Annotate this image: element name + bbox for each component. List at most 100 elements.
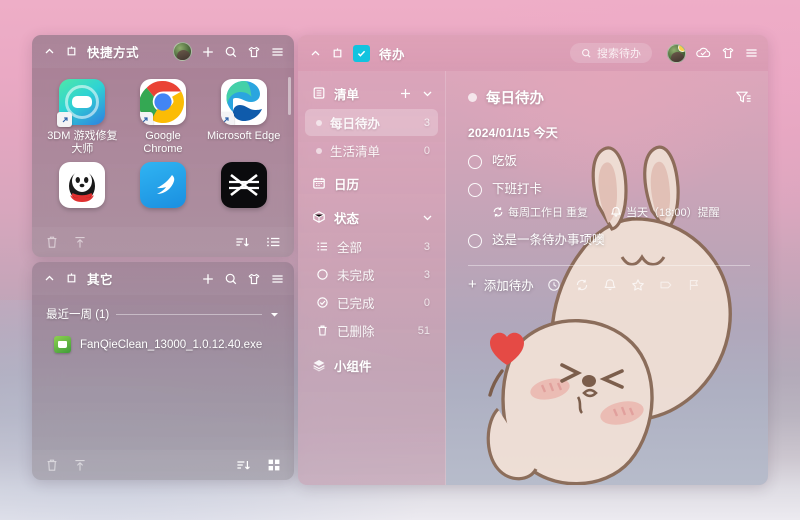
- sidebar-section-label: 小组件: [334, 359, 372, 374]
- shirt-icon[interactable]: [247, 272, 261, 286]
- task-checkbox[interactable]: [468, 234, 482, 248]
- task-repeat-chip[interactable]: 每周工作日 重复: [492, 204, 588, 220]
- star-icon[interactable]: [631, 278, 645, 292]
- sidebar-section-calendar[interactable]: 日历: [298, 168, 445, 198]
- status-icon: [312, 210, 326, 224]
- todo-panel-title: 待办: [379, 47, 406, 62]
- tag-icon[interactable]: [659, 278, 673, 292]
- add-todo-row[interactable]: + 添加待办: [446, 266, 768, 294]
- group-divider: [116, 313, 262, 315]
- app-item[interactable]: 钉钉: [123, 162, 204, 224]
- shortcut-arrow-badge: [57, 112, 73, 127]
- todo-main-content: 每日待办 2024/01/15 今天 吃饭 下班打卡 每周工作日 重复 当天（1…: [446, 71, 768, 485]
- bell-icon[interactable]: [603, 278, 617, 292]
- app-item[interactable]: 3DM 游戏修复大师: [42, 79, 123, 156]
- search-icon[interactable]: [224, 45, 238, 59]
- shirt-icon[interactable]: [247, 45, 261, 59]
- capcut-icon: [220, 162, 267, 208]
- sidebar-item-count: 3: [423, 240, 430, 253]
- circle-icon: [316, 268, 329, 281]
- app-item[interactable]: 剪映: [203, 162, 284, 224]
- sidebar-item-label: 已删除: [337, 325, 375, 339]
- sidebar-item-life-list[interactable]: 生活清单 0: [305, 137, 438, 164]
- repeat-icon[interactable]: [575, 278, 589, 292]
- task-text: 下班打卡: [492, 182, 543, 196]
- clock-icon[interactable]: [547, 278, 561, 292]
- upload-icon[interactable]: [73, 458, 87, 473]
- sidebar-item-all[interactable]: 全部 3: [305, 233, 438, 260]
- search-icon[interactable]: [224, 272, 238, 286]
- chevron-down-icon[interactable]: [269, 309, 280, 320]
- sidebar-item-deleted[interactable]: 已删除 51: [305, 317, 438, 344]
- shortcuts-panel-header: 快捷方式: [32, 35, 294, 68]
- todo-list-title-row: 每日待办: [446, 71, 768, 108]
- filter-icon[interactable]: [735, 90, 752, 105]
- chevron-down-icon[interactable]: [421, 211, 434, 224]
- sidebar-item-label: 已完成: [337, 297, 375, 311]
- trash-icon[interactable]: [45, 235, 59, 250]
- task-checkbox[interactable]: [468, 155, 482, 169]
- pin-icon[interactable]: [65, 272, 78, 285]
- upload-icon[interactable]: [73, 235, 87, 250]
- sidebar-section-widgets[interactable]: 小组件: [298, 350, 445, 380]
- sidebar-item-count: 3: [423, 268, 430, 281]
- search-input[interactable]: 搜索待办: [570, 43, 652, 63]
- plus-icon[interactable]: [201, 45, 215, 59]
- app-item[interactable]: QQ: [42, 162, 123, 224]
- others-panel-title: 其它: [87, 273, 114, 287]
- app-label: 3DM 游戏修复大师: [47, 130, 118, 155]
- installer-icon: [54, 336, 71, 353]
- sidebar-item-label: 生活清单: [330, 145, 381, 159]
- sidebar-section-status[interactable]: 状态: [298, 202, 445, 232]
- chevron-down-icon[interactable]: [421, 87, 434, 100]
- todo-task-item[interactable]: 吃饭: [446, 141, 768, 169]
- menu-icon[interactable]: [270, 45, 285, 59]
- 3dm-game-repair-icon: [57, 79, 106, 127]
- plus-icon[interactable]: +: [468, 277, 477, 292]
- sidebar-item-label: 全部: [337, 241, 363, 255]
- others-panel-footer: [32, 450, 294, 480]
- pin-icon[interactable]: [331, 47, 344, 60]
- shirt-icon[interactable]: [721, 46, 735, 60]
- google-chrome-icon: [139, 79, 186, 125]
- plus-icon[interactable]: [399, 87, 412, 100]
- grid-view-icon[interactable]: [267, 458, 281, 472]
- sidebar-item-incomplete[interactable]: 未完成 3: [305, 261, 438, 288]
- todo-task-item[interactable]: 下班打卡: [446, 169, 768, 197]
- file-list-item[interactable]: FanQieClean_13000_1.0.12.40.exe: [32, 322, 294, 353]
- cloud-sync-icon[interactable]: [695, 46, 712, 60]
- chevron-up-icon[interactable]: [43, 272, 56, 285]
- avatar[interactable]: [173, 42, 192, 61]
- shortcut-arrow-badge: [139, 112, 153, 125]
- task-checkbox[interactable]: [468, 183, 482, 197]
- todo-panel: 待办 搜索待办 清单 每日待办 3 生活清单 0 日历 状态 全部 3 未完成 …: [298, 35, 768, 485]
- sort-icon[interactable]: [236, 458, 251, 472]
- file-name: FanQieClean_13000_1.0.12.40.exe: [80, 338, 263, 351]
- app-item[interactable]: Microsoft Edge: [203, 79, 284, 156]
- shortcuts-app-grid: 3DM 游戏修复大师 Google Chrome Microsoft Edge: [32, 68, 294, 224]
- chevron-up-icon[interactable]: [43, 45, 56, 58]
- menu-icon[interactable]: [270, 272, 285, 286]
- list-color-dot: [468, 93, 477, 102]
- trash-icon: [316, 324, 329, 337]
- list-view-icon[interactable]: [266, 235, 281, 249]
- menu-icon[interactable]: [744, 46, 759, 60]
- sidebar-item-daily-todo[interactable]: 每日待办 3: [305, 109, 438, 136]
- app-item[interactable]: Google Chrome: [123, 79, 204, 156]
- trash-icon[interactable]: [45, 458, 59, 473]
- shortcuts-scrollbar[interactable]: [288, 77, 291, 115]
- pin-icon[interactable]: [65, 45, 78, 58]
- flag-icon[interactable]: [687, 278, 701, 292]
- chevron-up-icon[interactable]: [309, 47, 322, 60]
- sidebar-section-lists[interactable]: 清单: [298, 78, 445, 108]
- file-group-header[interactable]: 最近一周 (1): [32, 295, 294, 322]
- todo-task-item[interactable]: 这是一条待办事项噢: [446, 220, 768, 248]
- app-label: Google Chrome: [143, 130, 183, 155]
- sidebar-item-completed[interactable]: 已完成 0: [305, 289, 438, 316]
- avatar[interactable]: [667, 43, 686, 63]
- task-reminder-chip[interactable]: 当天（18:00）提醒: [610, 204, 720, 220]
- plus-icon[interactable]: [201, 272, 215, 286]
- all-icon: [316, 240, 329, 253]
- sort-icon[interactable]: [235, 235, 250, 249]
- add-todo-label: 添加待办: [483, 279, 534, 293]
